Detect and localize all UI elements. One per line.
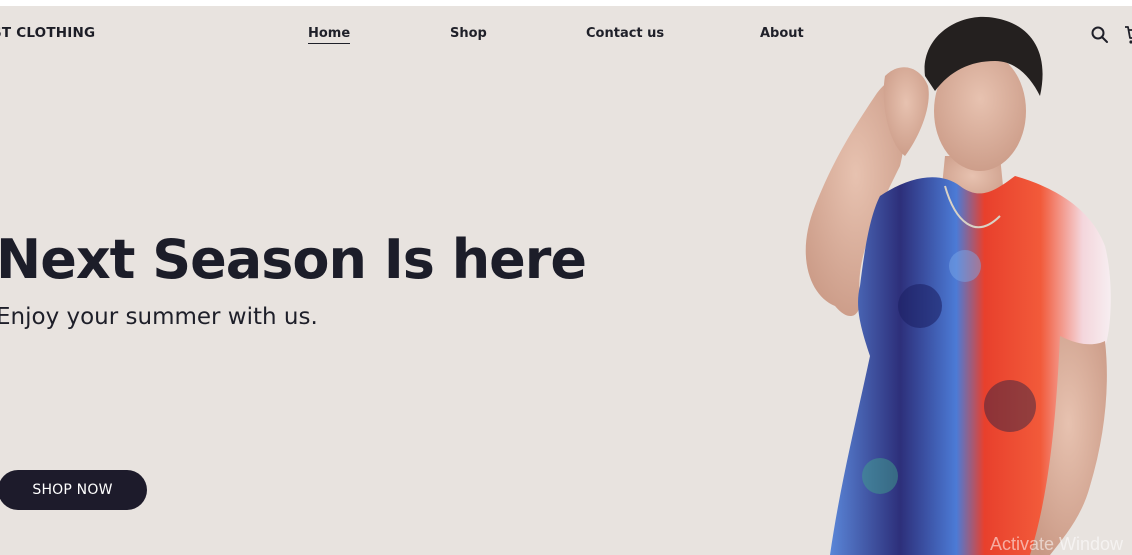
search-icon[interactable]: [1090, 25, 1110, 45]
activate-windows-watermark: Activate Window: [990, 534, 1124, 554]
cart-icon[interactable]: [1124, 25, 1132, 45]
hero-subline: Enjoy your summer with us.: [0, 304, 318, 330]
model-image: [805, 16, 1111, 555]
shop-now-button[interactable]: SHOP NOW: [0, 470, 147, 510]
nav-item-shop[interactable]: Shop: [450, 26, 487, 41]
nav-item-contact-us[interactable]: Contact us: [586, 26, 664, 41]
hero-headline: Next Season Is here: [0, 228, 587, 291]
brand-logo[interactable]: ST CLOTHING: [0, 25, 95, 41]
hero-section: ST CLOTHING Home Shop Contact us About N…: [0, 6, 1132, 555]
nav-item-home[interactable]: Home: [308, 26, 351, 44]
